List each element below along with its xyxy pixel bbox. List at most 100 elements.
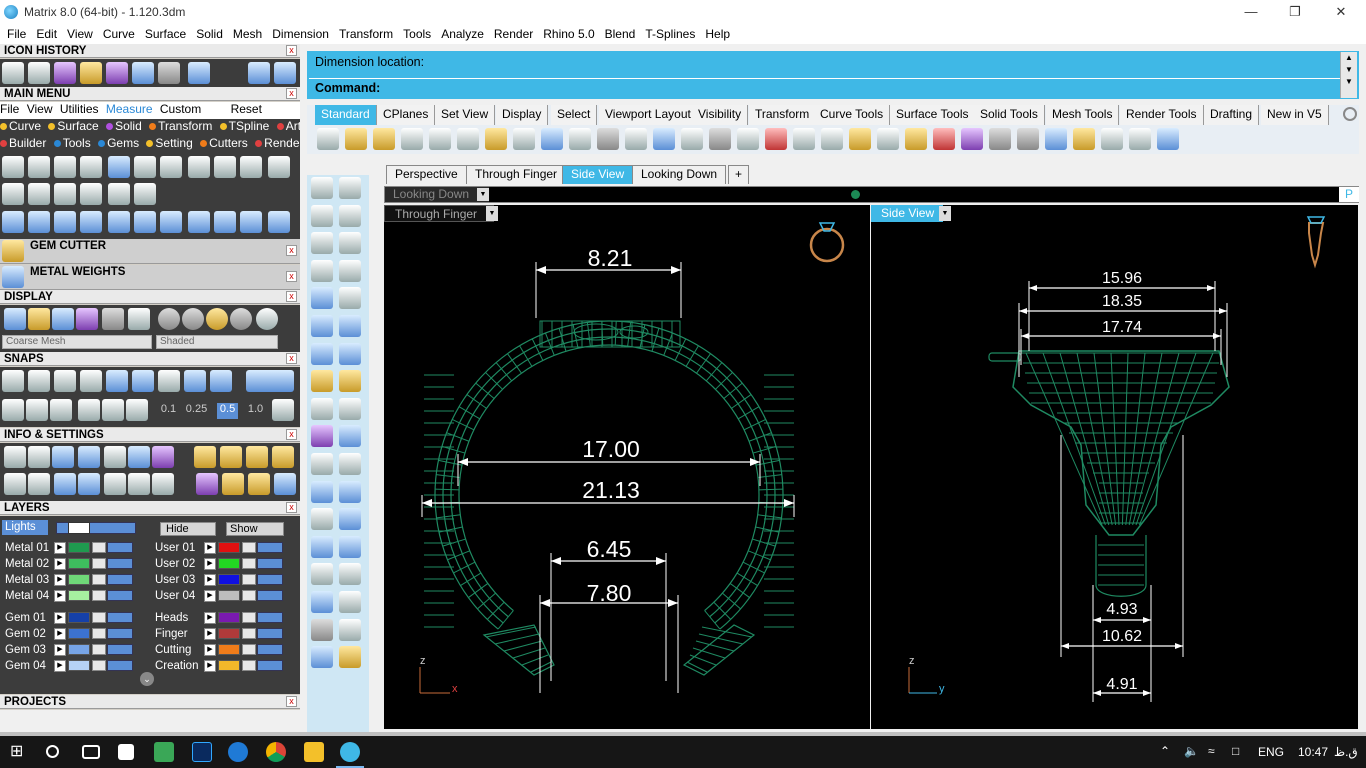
info-icon[interactable] (222, 473, 244, 495)
pencil-icon[interactable] (50, 399, 72, 421)
back-arrow-icon[interactable] (248, 62, 270, 84)
side-tool-icon[interactable] (339, 480, 361, 503)
side-tool-icon[interactable] (339, 204, 361, 227)
main-menu-header[interactable]: MAIN MENU x (0, 87, 300, 101)
looking-down-label[interactable]: Looking Down (385, 187, 489, 202)
menu-tools[interactable]: Tools (399, 27, 437, 41)
close-button[interactable]: ✕ (1318, 0, 1364, 23)
expand-arrow-icon[interactable]: ▶ (54, 573, 66, 586)
toolbar-tool-icon[interactable] (513, 128, 535, 150)
curve-tool-icon[interactable] (54, 211, 76, 233)
close-icon[interactable]: x (286, 696, 297, 707)
chevron-up-icon[interactable]: ⌃ (1160, 744, 1170, 758)
side-tool-icon[interactable] (311, 425, 333, 448)
expand-arrow-icon[interactable]: ▶ (204, 611, 216, 624)
toolbar-tool-icon[interactable] (485, 128, 507, 150)
expand-arrow-icon[interactable]: ▶ (54, 643, 66, 656)
layer-visibility-toggle[interactable] (257, 590, 283, 601)
toolbar-tool-icon[interactable] (905, 128, 927, 150)
layer-name[interactable]: Metal 03 (2, 574, 54, 586)
weights-icon[interactable] (132, 62, 154, 84)
menu-file[interactable]: File (3, 27, 32, 41)
layer-visibility-toggle[interactable] (257, 628, 283, 639)
menu-transform[interactable]: Transform (335, 27, 399, 41)
add-tab-icon[interactable]: + (728, 165, 750, 184)
mm-cutters[interactable]: Cutters (200, 136, 248, 150)
expand-arrow-icon[interactable]: ▶ (204, 659, 216, 672)
sphere-icon[interactable] (158, 308, 180, 330)
cube-icon[interactable] (26, 399, 48, 421)
mm-custom[interactable]: Custom (160, 102, 201, 116)
menu-edit[interactable]: Edit (32, 27, 63, 41)
info-icon[interactable] (272, 446, 294, 468)
side-tool-icon[interactable] (339, 646, 361, 669)
menu-help[interactable]: Help (701, 27, 736, 41)
snap-toggle-icon[interactable] (246, 370, 294, 392)
layer-row[interactable]: Finger ▶ (152, 626, 283, 641)
side-tool-icon[interactable] (311, 508, 333, 531)
mm-tspline[interactable]: TSpline (219, 119, 269, 133)
tool-icon[interactable] (160, 211, 182, 233)
lock-icon[interactable] (242, 628, 256, 639)
toolbar-tool-icon[interactable] (793, 128, 815, 150)
toolbar-tool-icon[interactable] (1129, 128, 1151, 150)
toolbar-tool-icon[interactable] (429, 128, 451, 150)
toolbar-tool-icon[interactable] (569, 128, 591, 150)
expand-arrow-icon[interactable]: ▶ (54, 627, 66, 640)
measure-tool-icon[interactable] (240, 156, 262, 178)
menu-dimension[interactable]: Dimension (268, 27, 335, 41)
measure-tool-icon[interactable] (54, 156, 76, 178)
measure-tool-icon[interactable] (134, 183, 156, 205)
mm-reset[interactable]: Reset (231, 102, 262, 116)
layer-visibility-toggle[interactable] (107, 558, 133, 569)
info-icon[interactable] (128, 473, 150, 495)
measure-tool-icon[interactable] (268, 156, 290, 178)
layer-name[interactable]: Finger (152, 628, 204, 640)
sphere-icon[interactable] (54, 62, 76, 84)
gear-icon[interactable] (1343, 107, 1357, 121)
language-indicator[interactable]: ENG (1258, 745, 1284, 759)
lock-icon[interactable] (242, 660, 256, 671)
volume-icon[interactable]: 🔈 (1184, 744, 1199, 758)
layer-name[interactable]: Gem 03 (2, 644, 54, 656)
tab-visibility[interactable]: Visibility (692, 105, 749, 125)
settings-icon[interactable] (4, 446, 26, 468)
snap-icon[interactable] (210, 370, 232, 392)
network-icon[interactable]: ≈ (1208, 744, 1215, 758)
layer-color-swatch[interactable] (68, 612, 90, 623)
side-tool-icon[interactable] (311, 563, 333, 586)
layer-color-swatch[interactable] (218, 590, 240, 601)
expand-arrow-icon[interactable]: ▶ (54, 589, 66, 602)
snap-icon[interactable] (184, 370, 206, 392)
side-tool-icon[interactable] (311, 453, 333, 475)
side-tool-icon[interactable] (339, 397, 361, 420)
cube-icon[interactable] (54, 473, 76, 495)
mirror-tool-icon[interactable] (80, 211, 102, 233)
snap-icon[interactable] (126, 399, 148, 421)
side-tool-icon[interactable] (311, 315, 333, 337)
task-view-icon[interactable] (82, 745, 100, 759)
layer-color-swatch[interactable] (68, 590, 90, 601)
lights-label[interactable]: Lights (2, 520, 48, 535)
expand-arrow-icon[interactable]: ▶ (204, 643, 216, 656)
sphere-icon[interactable] (206, 308, 228, 330)
layer-row[interactable]: Gem 01 ▶ (2, 610, 133, 625)
side-tool-icon[interactable] (311, 259, 333, 282)
mm-render[interactable]: Render (255, 136, 300, 150)
layer-visibility-toggle[interactable] (257, 660, 283, 671)
layer-color-swatch[interactable] (68, 644, 90, 655)
toolbar-tool-icon[interactable] (961, 128, 983, 150)
toolbar-tool-icon[interactable] (625, 128, 647, 150)
layer-visibility-toggle[interactable] (107, 590, 133, 601)
chrome-icon[interactable] (266, 742, 286, 762)
measure-tool-icon[interactable] (160, 156, 182, 178)
side-tool-icon[interactable] (339, 591, 361, 613)
tab-solid-tools[interactable]: Solid Tools (974, 105, 1045, 125)
info-icon[interactable] (152, 446, 174, 468)
side-tool-icon[interactable] (311, 535, 333, 558)
info-icon[interactable] (274, 473, 296, 495)
side-tool-icon[interactable] (311, 370, 333, 393)
mm-gems[interactable]: Gems (98, 136, 139, 150)
snap-value[interactable]: 0.1 (161, 403, 176, 419)
close-icon[interactable]: x (286, 291, 297, 302)
